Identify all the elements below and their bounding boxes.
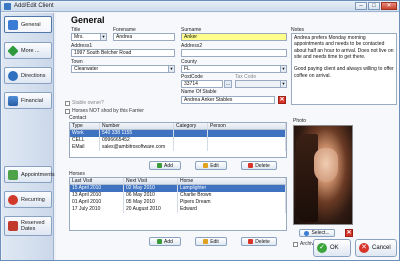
page-title: General: [71, 15, 105, 25]
close-window-button[interactable]: ✕: [381, 2, 397, 10]
nav-appointments[interactable]: Appointments: [4, 166, 55, 183]
checkbox-icon: [293, 241, 298, 247]
contact-delete-button[interactable]: Delete: [241, 161, 277, 170]
table-row[interactable]: EMail sales@ambitrosoftware.com: [70, 144, 286, 151]
stable-owner-checkbox[interactable]: Stable owner?: [65, 100, 104, 106]
cancel-button[interactable]: ✕ Cancel: [355, 239, 397, 257]
app-icon: [4, 3, 11, 10]
postcode-lookup-button[interactable]: …: [224, 80, 232, 88]
checkmark-icon: ✓: [317, 243, 327, 253]
nav-recurring[interactable]: Recurring: [4, 191, 52, 208]
horses-table: Last Visit Next Visit Horse 15 April 201…: [69, 177, 287, 231]
table-row[interactable]: CELL 0996665452: [70, 137, 286, 144]
edit-icon: [203, 163, 209, 168]
select-icon: [304, 230, 310, 236]
checkbox-icon: [65, 108, 70, 114]
table-header: Type Number Category Person: [70, 123, 286, 130]
globe-icon: [8, 70, 18, 81]
forename-field[interactable]: Andrea: [113, 33, 175, 41]
table-row[interactable]: 01 April 2010 05 May 2010 Pipers Dream: [70, 199, 286, 206]
recurring-icon: [8, 194, 18, 205]
table-row[interactable]: 15 April 2010 02 May 2010 Lamplighter: [70, 185, 286, 192]
contact-table: Type Number Category Person Work 540 338…: [69, 122, 287, 158]
delete-icon: [248, 239, 254, 244]
postcode-field[interactable]: 33714: [181, 80, 223, 88]
client-photo: [293, 125, 353, 225]
delete-icon: [248, 163, 254, 168]
table-header: Last Visit Next Visit Horse: [70, 178, 286, 185]
appointments-icon: [8, 169, 18, 180]
add-icon: [157, 163, 163, 168]
maximize-button[interactable]: □: [368, 2, 380, 10]
town-select[interactable]: Clearwater ▼: [71, 65, 175, 73]
add-edit-client-window: Add/Edit Client – □ ✕ General More ... D…: [0, 0, 400, 261]
table-row[interactable]: 13 April 2010 06 May 2010 Charlie Brown: [70, 192, 286, 199]
contact-add-button[interactable]: Add: [149, 161, 181, 170]
checkbox-icon: [65, 100, 70, 106]
chevron-down-icon: ▼: [168, 66, 174, 72]
table-row[interactable]: Work 540 338 1155: [70, 130, 286, 137]
stable-label: Name Of Stable: [181, 89, 217, 95]
window-title: Add/Edit Client: [14, 3, 54, 9]
chevron-down-icon: ▼: [280, 81, 286, 87]
add-icon: [157, 239, 163, 244]
title-select[interactable]: Mrs. ▼: [71, 33, 107, 41]
notes-textarea[interactable]: Andrea prefers Monday morning appointmen…: [291, 33, 397, 105]
surname-field[interactable]: Anker: [181, 33, 287, 41]
horses-not-shod-checkbox[interactable]: Horses NOT shod by this Farrier: [65, 108, 144, 114]
photo-select-button[interactable]: Select...: [299, 229, 335, 237]
nav-directions[interactable]: Directions: [4, 67, 52, 84]
nav-financial[interactable]: Financial: [4, 92, 52, 109]
general-icon: [8, 19, 18, 30]
contact-label: Contact: [69, 115, 87, 121]
horse-add-button[interactable]: Add: [149, 237, 181, 246]
clear-stable-button[interactable]: ✕: [278, 96, 286, 104]
chevron-down-icon: ▼: [100, 34, 106, 40]
edit-icon: [203, 239, 209, 244]
nav-more[interactable]: More ...: [4, 42, 52, 59]
calendar-icon: [8, 221, 18, 231]
address2-field[interactable]: [181, 49, 287, 57]
title-bar: Add/Edit Client – □ ✕: [1, 1, 399, 12]
taxcode-select[interactable]: ▼: [235, 80, 287, 88]
county-select[interactable]: FL ▼: [181, 65, 287, 73]
horse-edit-button[interactable]: Edit: [195, 237, 227, 246]
table-row[interactable]: 17 July 2010 20 August 2010 Edward: [70, 206, 286, 213]
ok-button[interactable]: ✓ OK: [313, 239, 351, 257]
sidebar: General More ... Directions Financial Ap…: [2, 13, 55, 260]
more-icon: [7, 44, 19, 57]
photo-label: Photo: [293, 118, 307, 124]
chevron-down-icon: ▼: [280, 66, 286, 72]
nav-reserved-dates[interactable]: Reserved Dates: [4, 216, 52, 236]
contact-edit-button[interactable]: Edit: [195, 161, 227, 170]
nav-general[interactable]: General: [4, 16, 52, 33]
cancel-icon: ✕: [359, 243, 369, 253]
clear-photo-button[interactable]: ✕: [345, 229, 353, 237]
horse-delete-button[interactable]: Delete: [241, 237, 277, 246]
address1-field[interactable]: 1997 South Belcher Road: [71, 49, 175, 57]
stable-field[interactable]: Andrea Anker Stables: [181, 96, 275, 104]
minimize-button[interactable]: –: [355, 2, 367, 10]
financial-icon: [8, 95, 18, 106]
